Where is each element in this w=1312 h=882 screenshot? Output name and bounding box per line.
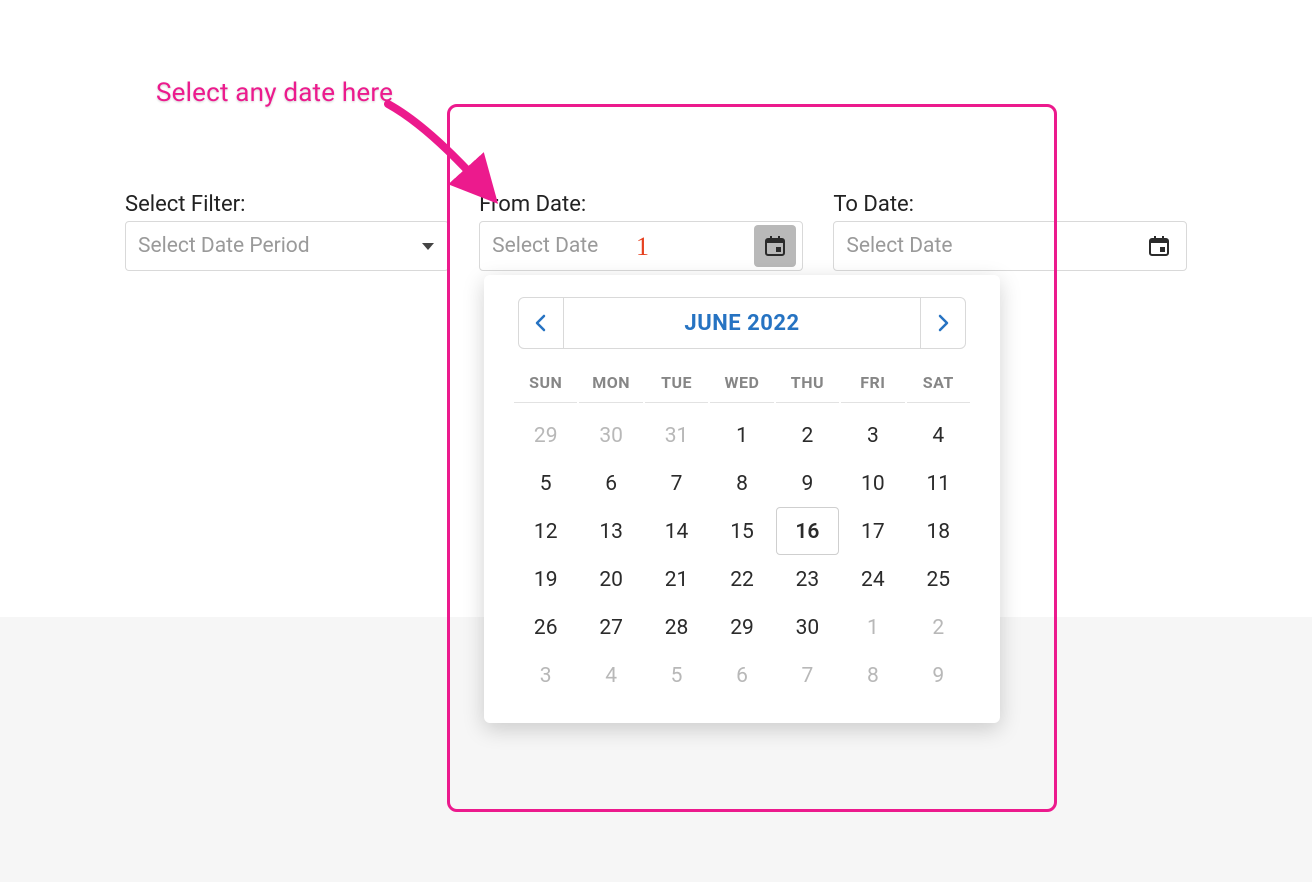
datepicker-prev-month-button[interactable] bbox=[518, 297, 564, 349]
datepicker-day[interactable]: 12 bbox=[514, 507, 577, 555]
calendar-icon bbox=[763, 234, 787, 258]
datepicker-day[interactable]: 18 bbox=[907, 507, 970, 555]
annotation-arrow-icon bbox=[378, 96, 508, 206]
datepicker-spacer bbox=[514, 403, 970, 411]
datepicker-day-of-week: SUN bbox=[514, 367, 577, 403]
datepicker-day[interactable]: 29 bbox=[710, 603, 773, 651]
datepicker-day[interactable]: 27 bbox=[579, 603, 642, 651]
annotation-callout-text: Select any date here bbox=[156, 78, 393, 108]
datepicker-month-year-button[interactable]: JUNE 2022 bbox=[564, 297, 920, 349]
datepicker-day[interactable]: 19 bbox=[514, 555, 577, 603]
datepicker-day-of-week: MON bbox=[579, 367, 642, 403]
from-date-label: From Date: bbox=[479, 192, 803, 217]
to-date-calendar-button[interactable] bbox=[1138, 225, 1180, 267]
datepicker-day-of-week: FRI bbox=[841, 367, 904, 403]
to-date-field: To Date: Select Date bbox=[833, 192, 1187, 271]
datepicker-day-of-week: WED bbox=[710, 367, 773, 403]
datepicker-day-of-week: SAT bbox=[907, 367, 970, 403]
datepicker-day[interactable]: 5 bbox=[514, 459, 577, 507]
datepicker-day[interactable]: 31 bbox=[645, 411, 708, 459]
from-date-placeholder: Select Date bbox=[492, 234, 754, 258]
datepicker-day[interactable]: 3 bbox=[514, 651, 577, 699]
datepicker-day[interactable]: 17 bbox=[841, 507, 904, 555]
select-date-period-placeholder: Select Date Period bbox=[138, 234, 422, 258]
datepicker-day[interactable]: 3 bbox=[841, 411, 904, 459]
datepicker-day[interactable]: 28 bbox=[645, 603, 708, 651]
datepicker-day[interactable]: 13 bbox=[579, 507, 642, 555]
datepicker-day[interactable]: 30 bbox=[776, 603, 839, 651]
datepicker-day[interactable]: 15 bbox=[710, 507, 773, 555]
datepicker-day[interactable]: 1 bbox=[841, 603, 904, 651]
to-date-label: To Date: bbox=[833, 192, 1187, 217]
to-date-input[interactable]: Select Date bbox=[833, 221, 1187, 271]
datepicker-header: JUNE 2022 bbox=[518, 297, 966, 349]
datepicker-next-month-button[interactable] bbox=[920, 297, 966, 349]
datepicker-day[interactable]: 7 bbox=[645, 459, 708, 507]
datepicker-day[interactable]: 14 bbox=[645, 507, 708, 555]
datepicker-day-of-week: THU bbox=[776, 367, 839, 403]
datepicker-day[interactable]: 29 bbox=[514, 411, 577, 459]
datepicker-day[interactable]: 20 bbox=[579, 555, 642, 603]
datepicker-day[interactable]: 8 bbox=[710, 459, 773, 507]
datepicker-day[interactable]: 1 bbox=[710, 411, 773, 459]
datepicker-day[interactable]: 4 bbox=[907, 411, 970, 459]
datepicker-day[interactable]: 23 bbox=[776, 555, 839, 603]
datepicker-day[interactable]: 22 bbox=[710, 555, 773, 603]
from-date-field: From Date: Select Date bbox=[479, 192, 833, 271]
filters-row: Select Filter: Select Date Period From D… bbox=[125, 192, 1187, 271]
select-date-period-dropdown[interactable]: Select Date Period bbox=[125, 221, 449, 271]
chevron-right-icon bbox=[936, 314, 950, 332]
datepicker-day[interactable]: 21 bbox=[645, 555, 708, 603]
datepicker-day[interactable]: 2 bbox=[776, 411, 839, 459]
datepicker-day[interactable]: 11 bbox=[907, 459, 970, 507]
datepicker-day[interactable]: 4 bbox=[579, 651, 642, 699]
datepicker-day[interactable]: 30 bbox=[579, 411, 642, 459]
datepicker-day[interactable]: 6 bbox=[579, 459, 642, 507]
datepicker-day[interactable]: 5 bbox=[645, 651, 708, 699]
datepicker-day[interactable]: 10 bbox=[841, 459, 904, 507]
datepicker-day[interactable]: 6 bbox=[710, 651, 773, 699]
datepicker-day-of-week: TUE bbox=[645, 367, 708, 403]
datepicker-day[interactable]: 9 bbox=[776, 459, 839, 507]
datepicker-grid: SUNMONTUEWEDTHUFRISAT2930311234567891011… bbox=[514, 367, 970, 699]
datepicker-popup: JUNE 2022 SUNMONTUEWEDTHUFRISAT293031123… bbox=[484, 275, 1000, 723]
datepicker-day[interactable]: 9 bbox=[907, 651, 970, 699]
datepicker-day[interactable]: 7 bbox=[776, 651, 839, 699]
datepicker-day[interactable]: 26 bbox=[514, 603, 577, 651]
chevron-left-icon bbox=[534, 314, 548, 332]
datepicker-day[interactable]: 25 bbox=[907, 555, 970, 603]
to-date-placeholder: Select Date bbox=[846, 234, 1138, 258]
annotation-step-number: 1 bbox=[636, 232, 649, 262]
from-date-calendar-button[interactable] bbox=[754, 225, 796, 267]
datepicker-day[interactable]: 2 bbox=[907, 603, 970, 651]
calendar-icon bbox=[1147, 234, 1171, 258]
chevron-down-icon bbox=[422, 243, 434, 250]
datepicker-day[interactable]: 8 bbox=[841, 651, 904, 699]
datepicker-day[interactable]: 24 bbox=[841, 555, 904, 603]
datepicker-day[interactable]: 16 bbox=[776, 507, 839, 555]
